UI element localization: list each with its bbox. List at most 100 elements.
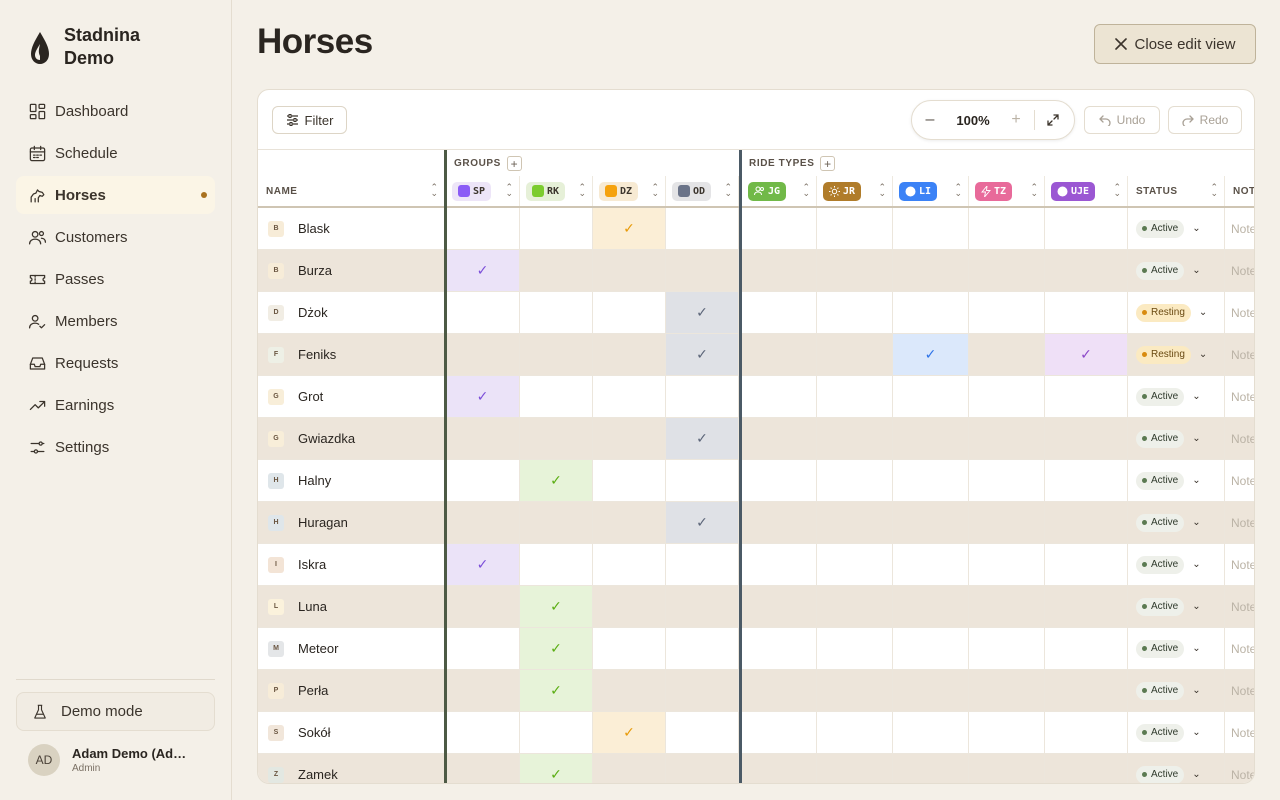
ride-cell-uje[interactable] — [1045, 544, 1128, 585]
group-cell-od[interactable]: ✓ — [666, 292, 739, 333]
zoom-out-button[interactable]: – — [912, 100, 948, 140]
group-cell-rk[interactable] — [520, 334, 593, 375]
group-cell-dz[interactable] — [593, 502, 666, 543]
group-cell-rk[interactable] — [520, 418, 593, 459]
group-cell-sp[interactable] — [446, 754, 520, 783]
ride-cell-jr[interactable] — [817, 628, 893, 669]
group-cell-sp[interactable] — [446, 712, 520, 753]
filter-button[interactable]: Filter — [272, 106, 347, 134]
ride-cell-tz[interactable] — [969, 502, 1045, 543]
group-cell-od[interactable]: ✓ — [666, 502, 739, 543]
ride-cell-uje[interactable] — [1045, 460, 1128, 501]
ride-cell-uje[interactable] — [1045, 208, 1128, 249]
ride-cell-tz[interactable] — [969, 208, 1045, 249]
ride-cell-li[interactable] — [893, 376, 969, 417]
status-cell[interactable]: Resting ⌄ — [1128, 334, 1225, 375]
group-cell-dz[interactable] — [593, 250, 666, 291]
ride-cell-li[interactable] — [893, 292, 969, 333]
notes-cell[interactable]: Notes — [1225, 712, 1254, 753]
ride-cell-jr[interactable] — [817, 754, 893, 783]
group-cell-sp[interactable] — [446, 628, 520, 669]
horse-name-cell[interactable]: G Gwiazdka — [258, 418, 445, 459]
notes-cell[interactable]: Notes — [1225, 754, 1254, 783]
notes-cell[interactable]: Notes — [1225, 586, 1254, 627]
ride-cell-tz[interactable] — [969, 712, 1045, 753]
column-header-group-sp[interactable]: SP ⌃ ⌄ — [446, 176, 520, 206]
ride-cell-uje[interactable] — [1045, 502, 1128, 543]
status-cell[interactable]: Active ⌄ — [1128, 502, 1225, 543]
status-cell[interactable]: Active ⌄ — [1128, 544, 1225, 585]
horse-name-cell[interactable]: H Huragan — [258, 502, 445, 543]
chevron-down-icon[interactable]: ⌄ — [1192, 643, 1200, 654]
group-cell-rk[interactable] — [520, 250, 593, 291]
group-cell-sp[interactable]: ✓ — [446, 376, 520, 417]
horse-name-cell[interactable]: L Luna — [258, 586, 445, 627]
chevron-down-icon[interactable]: ⌄ — [1199, 307, 1207, 318]
ride-cell-jr[interactable] — [817, 334, 893, 375]
nav-item-requests[interactable]: Requests — [16, 344, 215, 382]
ride-cell-li[interactable] — [893, 670, 969, 711]
ride-cell-li[interactable] — [893, 712, 969, 753]
status-cell[interactable]: Active ⌄ — [1128, 460, 1225, 501]
horse-name-cell[interactable]: G Grot — [258, 376, 445, 417]
ride-cell-tz[interactable] — [969, 250, 1045, 291]
ride-cell-jr[interactable] — [817, 418, 893, 459]
nav-item-earnings[interactable]: Earnings — [16, 386, 215, 424]
notes-cell[interactable]: Notes — [1225, 670, 1254, 711]
ride-cell-jg[interactable] — [742, 460, 817, 501]
ride-cell-jg[interactable] — [742, 628, 817, 669]
nav-item-schedule[interactable]: Schedule — [16, 134, 215, 172]
notes-cell[interactable]: Notes — [1225, 628, 1254, 669]
nav-item-horses[interactable]: Horses — [16, 176, 215, 214]
ride-cell-li[interactable]: ✓ — [893, 334, 969, 375]
nav-item-dashboard[interactable]: Dashboard — [16, 92, 215, 130]
group-cell-sp[interactable] — [446, 502, 520, 543]
chevron-down-icon[interactable]: ⌄ — [1192, 391, 1200, 402]
status-cell[interactable]: Active ⌄ — [1128, 250, 1225, 291]
sort-icon[interactable]: ⌃ ⌄ — [505, 183, 513, 198]
status-cell[interactable]: Resting ⌄ — [1128, 292, 1225, 333]
ride-cell-tz[interactable] — [969, 334, 1045, 375]
group-cell-rk[interactable]: ✓ — [520, 628, 593, 669]
chevron-down-icon[interactable]: ⌄ — [1192, 601, 1200, 612]
status-cell[interactable]: Active ⌄ — [1128, 628, 1225, 669]
notes-cell[interactable]: Notes — [1225, 250, 1254, 291]
ride-cell-jr[interactable] — [817, 460, 893, 501]
ride-cell-tz[interactable] — [969, 670, 1045, 711]
group-cell-od[interactable] — [666, 460, 739, 501]
group-cell-od[interactable] — [666, 586, 739, 627]
status-cell[interactable]: Active ⌄ — [1128, 586, 1225, 627]
ride-cell-li[interactable] — [893, 250, 969, 291]
sort-icon[interactable]: ⌃ ⌄ — [1113, 183, 1121, 198]
ride-cell-tz[interactable] — [969, 628, 1045, 669]
ride-cell-li[interactable] — [893, 544, 969, 585]
chevron-down-icon[interactable]: ⌄ — [1192, 475, 1200, 486]
ride-cell-jg[interactable] — [742, 250, 817, 291]
group-cell-od[interactable] — [666, 754, 739, 783]
ride-cell-li[interactable] — [893, 754, 969, 783]
group-cell-dz[interactable] — [593, 376, 666, 417]
ride-cell-uje[interactable]: ✓ — [1045, 334, 1128, 375]
user-menu[interactable]: AD Adam Demo (Admin) Admin — [28, 744, 196, 776]
ride-cell-uje[interactable] — [1045, 628, 1128, 669]
nav-item-customers[interactable]: Customers — [16, 218, 215, 256]
ride-cell-tz[interactable] — [969, 292, 1045, 333]
group-cell-sp[interactable] — [446, 292, 520, 333]
horse-name-cell[interactable]: D Dżok — [258, 292, 445, 333]
undo-button[interactable]: Undo — [1084, 106, 1160, 134]
sort-icon[interactable]: ⌃ ⌄ — [430, 183, 438, 198]
group-cell-rk[interactable] — [520, 502, 593, 543]
chevron-down-icon[interactable]: ⌄ — [1192, 559, 1200, 570]
ride-cell-uje[interactable] — [1045, 292, 1128, 333]
group-cell-dz[interactable] — [593, 586, 666, 627]
ride-cell-li[interactable] — [893, 586, 969, 627]
group-cell-dz[interactable]: ✓ — [593, 208, 666, 249]
group-cell-od[interactable]: ✓ — [666, 334, 739, 375]
ride-cell-jg[interactable] — [742, 502, 817, 543]
ride-cell-jr[interactable] — [817, 544, 893, 585]
group-cell-sp[interactable] — [446, 586, 520, 627]
ride-cell-tz[interactable] — [969, 460, 1045, 501]
add-ride-type-button[interactable]: + — [820, 156, 836, 171]
chevron-down-icon[interactable]: ⌄ — [1192, 727, 1200, 738]
notes-cell[interactable]: Notes — [1225, 544, 1254, 585]
